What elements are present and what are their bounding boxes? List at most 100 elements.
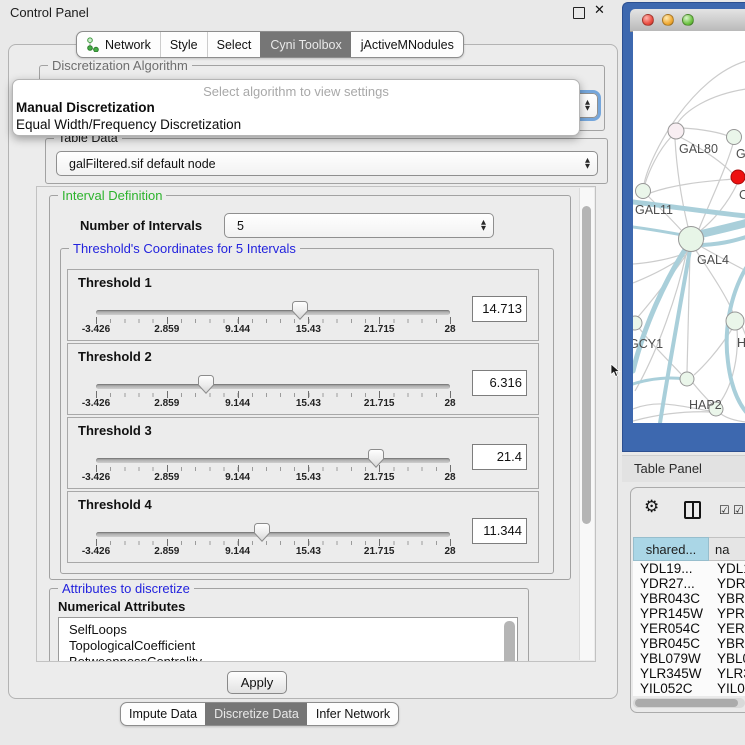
tab-cyni-toolbox[interactable]: Cyni Toolbox xyxy=(260,32,350,57)
network-node-gal80[interactable] xyxy=(668,123,684,139)
attribute-item-selfloops[interactable]: SelfLoops xyxy=(59,622,517,638)
close-icon[interactable]: ✕ xyxy=(594,3,605,18)
tab-discretize-data[interactable]: Discretize Data xyxy=(205,703,307,725)
tab-label: Infer Network xyxy=(316,707,390,721)
slider-thumb[interactable] xyxy=(254,523,270,542)
algorithm-option-equal-width-frequency-discretization[interactable]: Equal Width/Frequency Discretization xyxy=(16,117,241,132)
table-row[interactable]: YDL19...YDL1 xyxy=(633,561,745,576)
numerical-attributes-list[interactable]: SelfLoopsTopologicalCoefficientBetweenne… xyxy=(58,617,518,662)
slider-tick-labels: -3.4262.8599.14415.4321.71528 xyxy=(68,391,538,411)
scrollbar-track[interactable] xyxy=(579,188,594,660)
slider-thumb[interactable] xyxy=(292,301,308,320)
threshold-value-field[interactable]: 6.316 xyxy=(472,370,527,396)
close-traffic-light-icon[interactable] xyxy=(642,14,654,26)
float-window-icon[interactable] xyxy=(573,7,585,19)
network-node-gal11[interactable] xyxy=(636,184,651,199)
node-label: H xyxy=(737,336,745,350)
cell-shared-name: YBR045C xyxy=(633,636,709,651)
table-row[interactable]: YBL079WYBL0 xyxy=(633,651,745,666)
table-row[interactable]: YDR27...YDR2 xyxy=(633,576,745,591)
mouse-cursor xyxy=(610,363,621,378)
table-row[interactable]: YIL052CYIL0 xyxy=(633,681,745,696)
node-label: GCY1 xyxy=(633,337,663,351)
horizontal-scrollbar-track[interactable] xyxy=(633,698,745,708)
column-layout-icon[interactable] xyxy=(684,501,701,519)
table-panel-title: Table Panel xyxy=(634,461,702,476)
algorithm-option-manual-discretization[interactable]: Manual Discretization xyxy=(16,100,155,115)
minimize-traffic-light-icon[interactable] xyxy=(662,14,674,26)
threshold-value-field[interactable]: 14.713 xyxy=(472,296,527,322)
thresholds-group: Threshold's Coordinates for 5 Intervals … xyxy=(60,248,554,574)
attribute-item-betweennesscentrality[interactable]: BetweennessCentrality xyxy=(59,654,517,662)
network-node-gcy1[interactable] xyxy=(633,316,642,330)
node-label: GAL80 xyxy=(679,142,718,156)
checkbox-icon[interactable]: ☑ xyxy=(719,503,730,517)
control-panel-title: Control Panel xyxy=(10,5,89,20)
interval-definition-group: Interval Definition Number of Intervals … xyxy=(49,195,571,580)
cell-shared-name: YER054C xyxy=(633,621,709,636)
network-icon xyxy=(86,37,100,52)
tab-style[interactable]: Style xyxy=(160,32,207,57)
gear-icon[interactable]: ⚙ xyxy=(644,497,659,517)
attributes-group: Attributes to discretize Numerical Attri… xyxy=(49,588,529,662)
network-node-hap2[interactable] xyxy=(680,372,694,386)
combobox-stepper-icon: ▲▼ xyxy=(585,157,590,171)
table-row[interactable]: YBR045CYBR0 xyxy=(633,636,745,651)
table-panel-window: ⚙ ☑ ☑ shared... na YDL19...YDL1YDR27...Y… xyxy=(630,487,745,713)
tab-network[interactable]: Network xyxy=(77,32,160,57)
network-node-selected-red[interactable] xyxy=(731,170,745,184)
attribute-item-topologicalcoefficient[interactable]: TopologicalCoefficient xyxy=(59,638,517,654)
table-panel-bar: Table Panel xyxy=(622,455,745,482)
table-row[interactable]: YPR145WYPR1 xyxy=(633,606,745,621)
checkbox-icon[interactable]: ☑ xyxy=(733,503,744,517)
bottom-tab-bar: Impute DataDiscretize Data Infer Network xyxy=(120,702,399,726)
cell-name: YBR0 xyxy=(709,591,745,606)
group-title-discretization-algorithm: Discretization Algorithm xyxy=(48,58,192,73)
slider-track[interactable] xyxy=(96,532,450,537)
tab-label: Select xyxy=(217,38,252,52)
cell-shared-name: YBL079W xyxy=(633,651,709,666)
number-of-intervals-combobox[interactable]: 5 ▲▼ xyxy=(224,213,494,238)
threshold-panel: Threshold 2 -3.4262.8599.14415.4321.7152… xyxy=(67,343,539,415)
cell-name: YPR1 xyxy=(709,606,745,621)
slider-tick-labels: -3.4262.8599.14415.4321.71528 xyxy=(68,539,538,559)
tab-infer-network[interactable]: Infer Network xyxy=(307,703,398,725)
cell-name: YLR3 xyxy=(709,666,745,681)
tab-impute-data[interactable]: Impute Data xyxy=(121,703,205,725)
slider-thumb[interactable] xyxy=(368,449,384,468)
control-panel-tab-bar: NetworkStyle Select Cyni ToolboxjActiveMNo… xyxy=(76,31,464,58)
tab-jactivemnodules[interactable]: jActiveMNodules xyxy=(351,32,463,57)
horizontal-scrollbar-thumb[interactable] xyxy=(635,699,738,707)
threshold-panel: Threshold 1 -3.4262.8599.14415.4321.7152… xyxy=(67,269,539,341)
scrollbar-thumb[interactable] xyxy=(582,206,591,524)
threshold-value-field[interactable]: 21.4 xyxy=(472,444,527,470)
combobox-stepper-icon: ▲▼ xyxy=(585,99,590,113)
list-scrollbar-thumb[interactable] xyxy=(504,621,515,662)
threshold-value-field[interactable]: 11.344 xyxy=(472,518,527,544)
group-title-interval-definition: Interval Definition xyxy=(58,188,166,203)
cell-shared-name: YLR345W xyxy=(633,666,709,681)
slider-track[interactable] xyxy=(96,458,450,463)
network-view-window: GAL80 GA C GAL11 GAL4 GCY1 H HAP2 xyxy=(622,2,745,452)
network-window-titlebar[interactable] xyxy=(630,9,745,32)
table-row[interactable]: YBR043CYBR0 xyxy=(633,591,745,606)
slider-thumb[interactable] xyxy=(198,375,214,394)
network-node-ga[interactable] xyxy=(727,130,742,145)
zoom-traffic-light-icon[interactable] xyxy=(682,14,694,26)
network-node-h[interactable] xyxy=(726,312,744,330)
table-data-combobox[interactable]: galFiltered.sif default node ▲▼ xyxy=(56,151,598,176)
network-canvas[interactable]: GAL80 GA C GAL11 GAL4 GCY1 H HAP2 xyxy=(633,31,745,423)
table-row[interactable]: YER054CYER0 xyxy=(633,621,745,636)
network-node-gal4[interactable] xyxy=(679,227,704,252)
cell-name: YIL0 xyxy=(709,681,745,696)
table-row[interactable]: YLR345WYLR3 xyxy=(633,666,745,681)
group-title-thresholds: Threshold's Coordinates for 5 Intervals xyxy=(69,241,300,256)
slider-track[interactable] xyxy=(96,384,450,389)
cell-shared-name: YDL19... xyxy=(633,561,709,576)
apply-button[interactable]: Apply xyxy=(227,671,287,694)
slider-track[interactable] xyxy=(96,310,450,315)
slider-tick-labels: -3.4262.8599.14415.4321.71528 xyxy=(68,465,538,485)
column-header-name[interactable]: na xyxy=(709,537,745,561)
tab-select[interactable]: Select xyxy=(207,32,261,57)
column-header-shared-name[interactable]: shared... xyxy=(633,537,709,561)
